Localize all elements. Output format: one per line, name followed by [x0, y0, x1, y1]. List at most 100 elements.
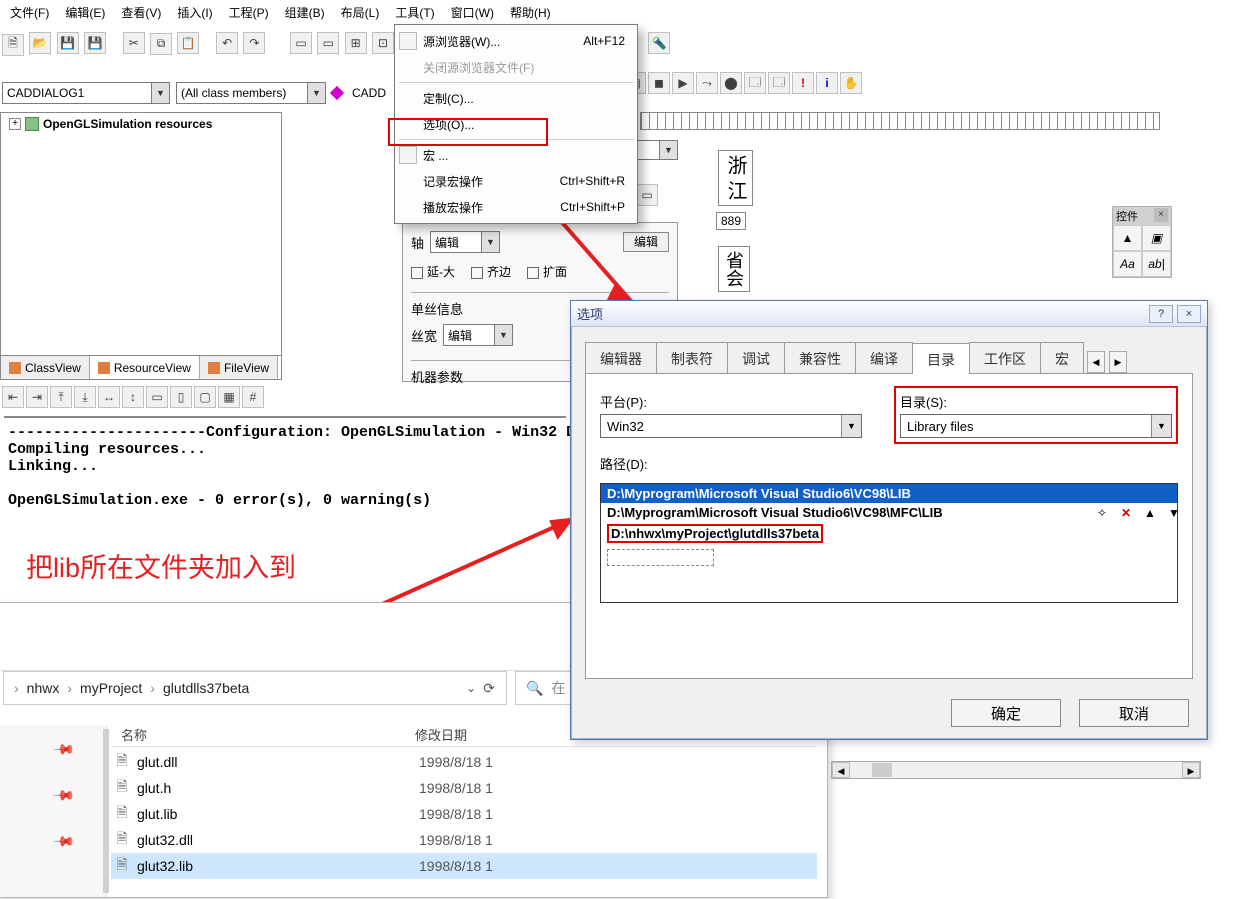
same-height-icon[interactable]: ▯ [170, 386, 192, 408]
chevron-down-icon[interactable]: ⌄ [466, 681, 476, 695]
file-row[interactable]: 🗎 glut32.dll 1998/8/18 1 [111, 827, 817, 853]
chk-enlarge[interactable]: 延-大 [411, 263, 455, 280]
menu-file[interactable]: 文件(F) [2, 2, 57, 23]
menu-source-browser[interactable]: 源浏览器(W)... Alt+F12 [395, 28, 637, 54]
copy-icon[interactable]: ⧉ [150, 33, 172, 55]
path-row[interactable]: D:\nhwx\myProject\glutdlls37beta [601, 522, 1177, 545]
scroll-thumb[interactable] [872, 763, 892, 777]
tab-fileview[interactable]: FileView [200, 356, 278, 379]
scroll-right-icon[interactable]: ▶ [1182, 762, 1200, 778]
menu-project[interactable]: 工程(P) [221, 2, 277, 23]
tab-workspace[interactable]: 工作区 [969, 342, 1041, 373]
col-name[interactable]: 名称 [111, 725, 405, 746]
move-down-icon[interactable]: ▼ [1164, 504, 1184, 522]
menu-play-macro[interactable]: 播放宏操作 Ctrl+Shift+P [395, 194, 637, 220]
cut-icon[interactable]: ✂ [123, 32, 145, 54]
pin-icon[interactable]: 📌 [51, 783, 76, 808]
file-row[interactable]: 🗎 glut32.lib 1998/8/18 1 [111, 853, 817, 879]
palette-static[interactable]: Aa [1113, 251, 1142, 277]
breadcrumb[interactable]: › nhwx › myProject › glutdlls37beta ⌄ ⟳ [3, 671, 507, 705]
ok-button[interactable]: 确定 [951, 699, 1061, 727]
same-width-icon[interactable]: ▭ [146, 386, 168, 408]
center-h-icon[interactable]: ↔ [98, 386, 120, 408]
palette-picture[interactable]: ▣ [1142, 225, 1171, 251]
menu-edit[interactable]: 编辑(E) [57, 2, 113, 23]
redo-icon[interactable]: ↷ [243, 32, 265, 54]
toolbar-find-icon[interactable]: 🔦 [648, 32, 672, 54]
tab-compat[interactable]: 兼容性 [784, 342, 856, 373]
align-left-icon[interactable]: ⇤ [2, 386, 24, 408]
delete-path-icon[interactable]: ✕ [1116, 504, 1136, 522]
path-listbox[interactable]: D:\Myprogram\Microsoft Visual Studio6\VC… [600, 483, 1178, 603]
expand-icon[interactable]: + [9, 118, 21, 130]
dirs-select[interactable]: Library files [900, 414, 1172, 438]
tab-macros[interactable]: 宏 [1040, 342, 1084, 373]
guides-icon[interactable]: ⊡ [372, 32, 394, 54]
close-icon[interactable]: × [1154, 208, 1168, 222]
menu-layout[interactable]: 布局(L) [333, 2, 388, 23]
path-row[interactable]: D:\Myprogram\Microsoft Visual Studio6\VC… [601, 503, 1177, 522]
file-row[interactable]: 🗎 glut.lib 1998/8/18 1 [111, 801, 817, 827]
same-size-icon[interactable]: ▢ [194, 386, 216, 408]
crumb-3[interactable]: glutdlls37beta [157, 680, 255, 696]
pin-icon[interactable]: 📌 [51, 737, 76, 762]
info-icon[interactable]: i [816, 72, 838, 94]
tree-root-row[interactable]: + OpenGLSimulation resources [1, 113, 281, 135]
align-bottom-icon[interactable]: ⤓ [74, 386, 96, 408]
path-row[interactable]: D:\Myprogram\Microsoft Visual Studio6\VC… [601, 484, 1177, 503]
menu-macro[interactable]: 宏 ... [395, 142, 637, 168]
align-right-icon[interactable]: ⇥ [26, 386, 48, 408]
tab-tabs[interactable]: 制表符 [656, 342, 728, 373]
open-icon[interactable]: 📂 [29, 32, 51, 54]
error-icon[interactable]: ! [792, 72, 814, 94]
crumb-1[interactable]: nhwx [21, 680, 66, 696]
tab-compile[interactable]: 编译 [855, 342, 913, 373]
refresh-icon[interactable]: ⟳ [478, 680, 500, 697]
palette-pointer[interactable]: ▲ [1113, 225, 1142, 251]
palette-editbox[interactable]: ab| [1142, 251, 1171, 277]
go-icon[interactable]: ⤳ [696, 72, 718, 94]
stop-build-icon[interactable]: ◼ [648, 72, 670, 94]
tabs-scroll-right-icon[interactable]: ▶ [1109, 351, 1127, 373]
menu-window[interactable]: 窗口(W) [443, 2, 502, 23]
tab-order-icon[interactable]: ⊞ [345, 32, 367, 54]
cancel-button[interactable]: 取消 [1079, 699, 1189, 727]
pin-icon[interactable]: 📌 [51, 829, 76, 854]
registers-icon[interactable]: 🗔 [744, 72, 766, 94]
file-row[interactable]: 🗎 glut.dll 1998/8/18 1 [111, 749, 817, 775]
menu-tools[interactable]: 工具(T) [387, 2, 442, 23]
tab-resourceview[interactable]: ResourceView [90, 356, 200, 379]
new-path-icon[interactable]: ✧ [1092, 504, 1112, 522]
tab-classview[interactable]: ClassView [1, 356, 90, 379]
tab-debug[interactable]: 调试 [727, 342, 785, 373]
breakpoint-icon[interactable]: ⬤ [720, 72, 742, 94]
path-row-empty[interactable] [601, 545, 1177, 568]
center-v-icon[interactable]: ↕ [122, 386, 144, 408]
platform-select[interactable]: Win32 [600, 414, 862, 438]
menu-build[interactable]: 组建(B) [277, 2, 333, 23]
window-icon[interactable]: ▭ [290, 32, 312, 54]
memory-icon[interactable]: 🗔 [768, 72, 790, 94]
menu-options[interactable]: 选项(O)... [395, 111, 637, 137]
new-icon[interactable]: 🗎 [2, 34, 24, 56]
scroll-left-icon[interactable]: ◀ [832, 762, 850, 778]
tabs-scroll-left-icon[interactable]: ◀ [1087, 351, 1105, 373]
menu-customize[interactable]: 定制(C)... [395, 85, 637, 111]
menu-record-macro[interactable]: 记录宏操作 Ctrl+Shift+R [395, 168, 637, 194]
guides-toggle-icon[interactable]: # [242, 386, 264, 408]
menu-insert[interactable]: 插入(I) [169, 2, 220, 23]
close-icon[interactable]: × [1177, 305, 1201, 323]
tab-editor[interactable]: 编辑器 [585, 342, 657, 373]
class-combo[interactable]: CADDIALOG1 [2, 82, 170, 104]
tab-directories[interactable]: 目录 [912, 343, 970, 374]
dialog-icon[interactable]: ▭ [317, 32, 339, 54]
menu-view[interactable]: 查看(V) [113, 2, 169, 23]
help-icon[interactable]: ? [1149, 305, 1173, 323]
align-top-icon[interactable]: ⤒ [50, 386, 72, 408]
filter-combo[interactable]: (All class members) [176, 82, 326, 104]
file-row[interactable]: 🗎 glut.h 1998/8/18 1 [111, 775, 817, 801]
undo-icon[interactable]: ↶ [216, 32, 238, 54]
crumb-2[interactable]: myProject [74, 680, 148, 696]
save-icon[interactable]: 💾 [57, 32, 79, 54]
paste-icon[interactable]: 📋 [177, 32, 199, 54]
